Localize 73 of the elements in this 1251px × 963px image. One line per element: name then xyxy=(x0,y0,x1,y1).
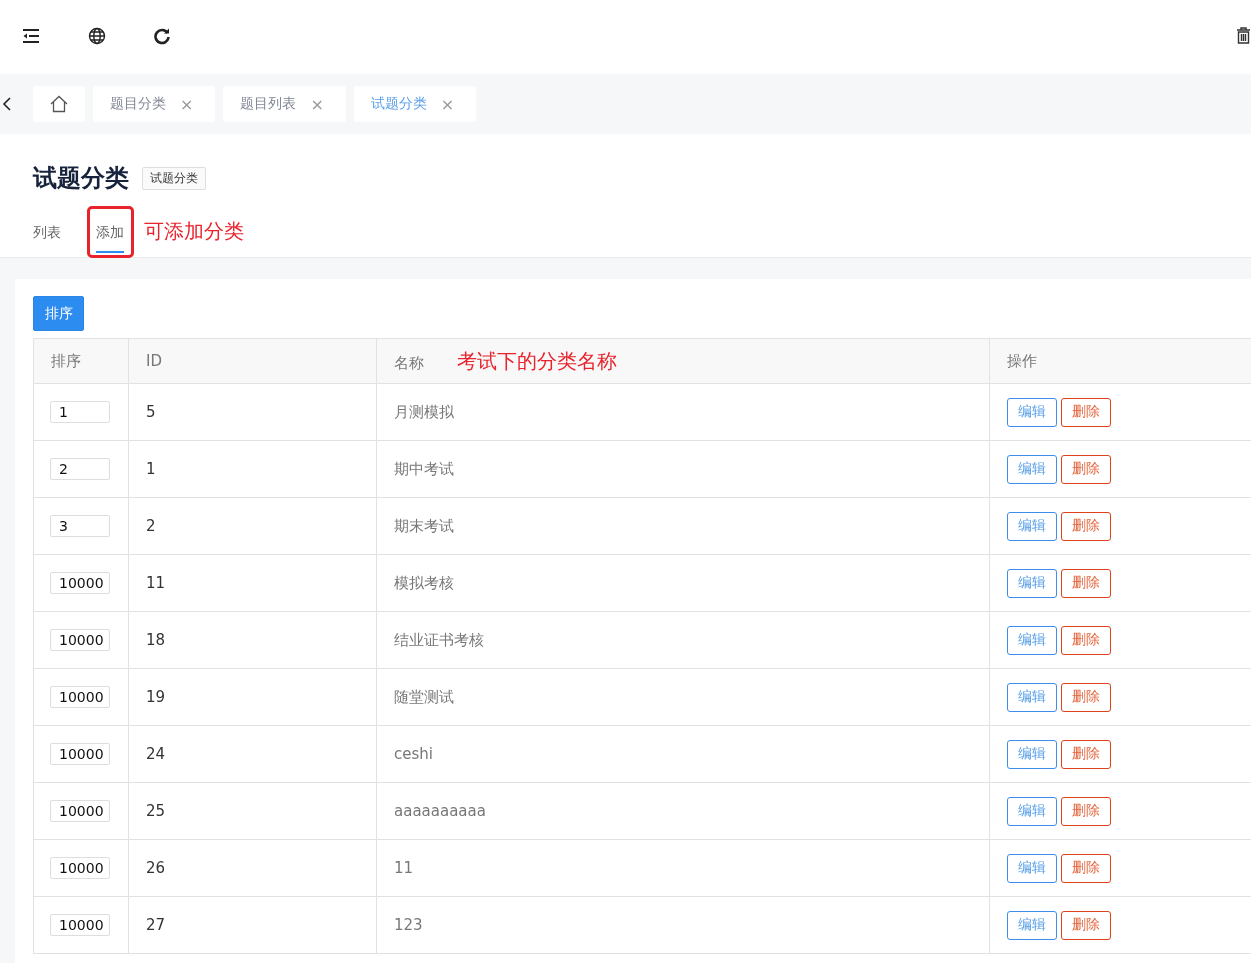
table-cell: 月测模拟 xyxy=(376,383,990,441)
edit-button[interactable]: 编辑 xyxy=(1007,910,1057,940)
refresh-icon[interactable] xyxy=(153,27,171,45)
table-cell: 期末考试 xyxy=(376,497,990,555)
sort-input[interactable]: 10000 xyxy=(50,743,110,765)
menu-fold-icon[interactable] xyxy=(22,27,40,45)
close-icon[interactable]: × xyxy=(440,94,455,114)
delete-button[interactable]: 删除 xyxy=(1061,682,1111,712)
sort-input[interactable]: 10000 xyxy=(50,800,110,822)
delete-button[interactable]: 删除 xyxy=(1061,454,1111,484)
table-cell: 18 xyxy=(128,611,377,669)
table-cell: 1 xyxy=(128,440,377,498)
annotation-text: 考试下的分类名称 xyxy=(457,348,617,373)
edit-button[interactable]: 编辑 xyxy=(1007,739,1057,769)
sort-input[interactable]: 10000 xyxy=(50,914,110,936)
table-cell: 5 xyxy=(128,383,377,441)
delete-button[interactable]: 删除 xyxy=(1061,796,1111,826)
table-cell: aaaaaaaaaa xyxy=(376,782,990,840)
sort-input[interactable]: 10000 xyxy=(50,857,110,879)
column-header: 操作 xyxy=(1007,351,1037,370)
edit-button[interactable]: 编辑 xyxy=(1007,568,1057,598)
edit-button[interactable]: 编辑 xyxy=(1007,853,1057,883)
table-cell: 11 xyxy=(376,839,990,897)
sort-input[interactable]: 10000 xyxy=(50,572,110,594)
table-cell: 27 xyxy=(128,896,377,954)
delete-button[interactable]: 删除 xyxy=(1061,853,1111,883)
sort-input[interactable]: 10000 xyxy=(50,686,110,708)
column-header: ID xyxy=(146,352,162,370)
delete-button[interactable]: 删除 xyxy=(1061,397,1111,427)
table-cell: 结业证书考核 xyxy=(376,611,990,669)
edit-button[interactable]: 编辑 xyxy=(1007,511,1057,541)
sort-button[interactable]: 排序 xyxy=(33,296,84,331)
table-cell: 25 xyxy=(128,782,377,840)
delete-button[interactable]: 删除 xyxy=(1061,910,1111,940)
table-cell: 26 xyxy=(128,839,377,897)
column-header: 名称 xyxy=(394,353,424,372)
table-cell: ceshi xyxy=(376,725,990,783)
delete-button[interactable]: 删除 xyxy=(1061,739,1111,769)
edit-button[interactable]: 编辑 xyxy=(1007,397,1057,427)
tab[interactable]: 列表 xyxy=(33,214,61,253)
table-cell: 11 xyxy=(128,554,377,612)
edit-button[interactable]: 编辑 xyxy=(1007,682,1057,712)
trash-icon[interactable] xyxy=(1236,27,1251,44)
tab[interactable]: 添加 xyxy=(96,214,124,253)
table-cell: 123 xyxy=(376,896,990,954)
table-cell: 随堂测试 xyxy=(376,668,990,726)
close-icon[interactable]: × xyxy=(180,94,194,114)
page-tag[interactable]: 题目分类 xyxy=(110,95,166,113)
page-title: 试题分类 xyxy=(33,163,129,194)
delete-button[interactable]: 删除 xyxy=(1061,568,1111,598)
table-cell: 2 xyxy=(128,497,377,555)
sort-input[interactable]: 2 xyxy=(50,458,110,480)
column-header: 排序 xyxy=(51,351,81,370)
edit-button[interactable]: 编辑 xyxy=(1007,796,1057,826)
home-icon xyxy=(49,95,69,113)
breadcrumb-badge: 试题分类 xyxy=(142,166,206,190)
sort-input[interactable]: 1 xyxy=(50,401,110,423)
sort-input[interactable]: 10000 xyxy=(50,629,110,651)
globe-icon[interactable] xyxy=(88,27,106,45)
table-cell: 期中考试 xyxy=(376,440,990,498)
table-cell: 模拟考核 xyxy=(376,554,990,612)
delete-button[interactable]: 删除 xyxy=(1061,511,1111,541)
page-tag[interactable]: 试题分类 xyxy=(370,95,427,113)
close-icon[interactable]: × xyxy=(310,94,324,114)
page-tag[interactable]: 题目列表 xyxy=(240,95,297,113)
table-cell: 24 xyxy=(128,725,377,783)
sort-input[interactable]: 3 xyxy=(50,515,110,537)
delete-button[interactable]: 删除 xyxy=(1061,625,1111,655)
edit-button[interactable]: 编辑 xyxy=(1007,454,1057,484)
annotation-text: 可添加分类 xyxy=(144,218,244,245)
home-tab[interactable] xyxy=(33,86,85,122)
table-cell: 19 xyxy=(128,668,377,726)
edit-button[interactable]: 编辑 xyxy=(1007,625,1057,655)
